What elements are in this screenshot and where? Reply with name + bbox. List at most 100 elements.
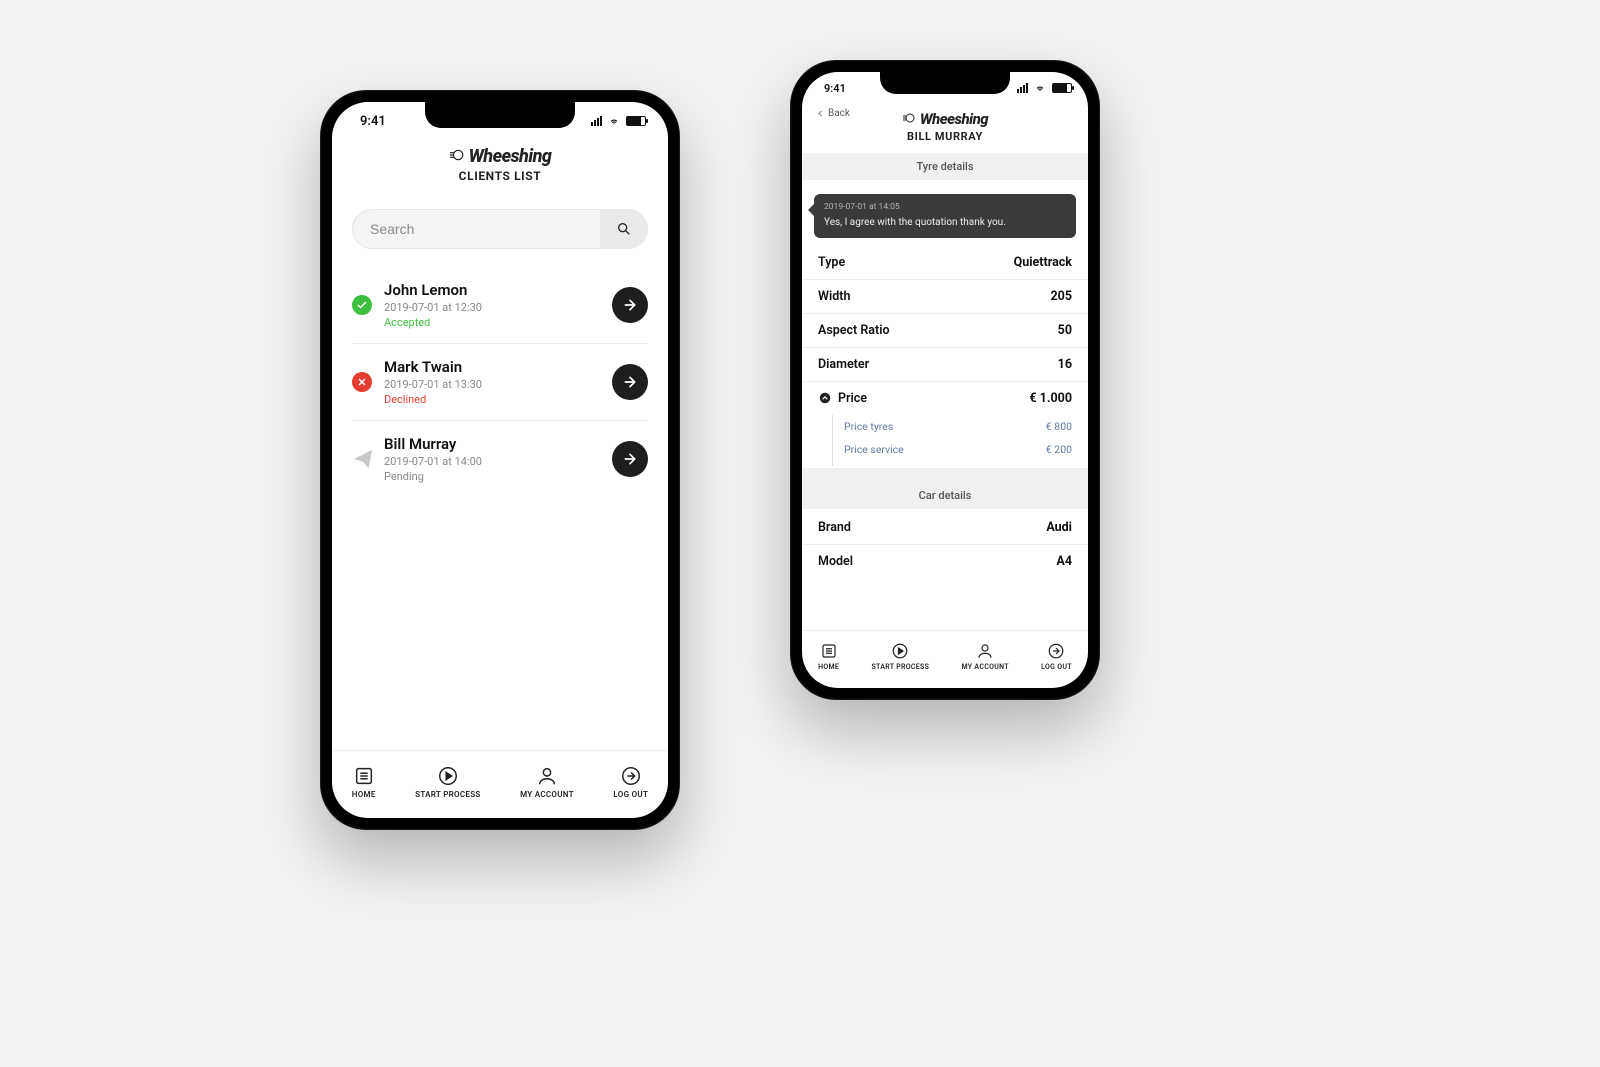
notch xyxy=(880,72,1010,94)
battery-icon xyxy=(626,116,646,126)
row-val: 16 xyxy=(1058,357,1072,372)
section-title-tyre: Tyre details xyxy=(802,153,1088,180)
arrow-right-icon xyxy=(622,297,638,313)
tab-label: MY ACCOUNT xyxy=(961,663,1008,671)
row-price[interactable]: Price € 1.000 xyxy=(802,382,1088,415)
client-date: 2019-07-01 at 13:30 xyxy=(384,378,612,391)
row-val: A4 xyxy=(1056,554,1072,569)
tab-label: HOME xyxy=(352,790,376,799)
open-client-button[interactable] xyxy=(612,441,648,477)
brand-logo-icon xyxy=(902,110,916,128)
tab-home[interactable]: HOME xyxy=(352,765,376,799)
client-row[interactable]: Mark Twain 2019-07-01 at 13:30 Declined xyxy=(352,344,648,421)
client-info: John Lemon 2019-07-01 at 12:30 Accepted xyxy=(384,281,612,329)
arrow-right-icon xyxy=(622,374,638,390)
tab-home[interactable]: HOME xyxy=(818,642,839,671)
tab-label: START PROCESS xyxy=(871,663,929,671)
tab-start-process[interactable]: START PROCESS xyxy=(871,642,929,671)
row-key: Price service xyxy=(844,443,904,456)
tab-label: LOG OUT xyxy=(1041,663,1072,671)
tab-label: MY ACCOUNT xyxy=(520,790,574,799)
page-title: BILL MURRAY xyxy=(802,130,1088,143)
content: Tyre details 2019-07-01 at 14:05 Yes, I … xyxy=(802,153,1088,630)
row-val: Audi xyxy=(1046,520,1072,535)
app-header: Wheeshing CLIENTS LIST xyxy=(332,140,668,193)
tab-my-account[interactable]: MY ACCOUNT xyxy=(961,642,1008,671)
search-button[interactable] xyxy=(600,209,648,249)
brand-logo-icon xyxy=(449,146,465,167)
brand: Wheeshing xyxy=(332,146,668,167)
screen-right: 9:41 Back Wheeshing BILL MURRAY Tyre det… xyxy=(802,72,1088,688)
user-icon xyxy=(536,765,558,787)
phone-left: 9:41 Wheeshing CLIENTS LIST xyxy=(320,90,680,830)
wifi-icon xyxy=(607,116,621,126)
row-type: Type Quiettrack xyxy=(802,246,1088,280)
row-diameter: Diameter 16 xyxy=(802,348,1088,382)
tab-log-out[interactable]: LOG OUT xyxy=(1041,642,1072,671)
car-details-list: Brand Audi Model A4 xyxy=(802,509,1088,580)
back-button[interactable]: Back xyxy=(816,108,850,119)
row-model: Model A4 xyxy=(802,545,1088,578)
client-row[interactable]: Bill Murray 2019-07-01 at 14:00 Pending xyxy=(352,421,648,497)
tab-my-account[interactable]: MY ACCOUNT xyxy=(520,765,574,799)
client-date: 2019-07-01 at 12:30 xyxy=(384,301,612,314)
row-val: € 1.000 xyxy=(1029,391,1072,406)
check-circle-icon xyxy=(352,295,372,315)
page-title: CLIENTS LIST xyxy=(332,169,668,183)
row-width: Width 205 xyxy=(802,280,1088,314)
back-label: Back xyxy=(828,108,850,119)
chat-message: 2019-07-01 at 14:05 Yes, I agree with th… xyxy=(814,194,1076,238)
row-key: Brand xyxy=(818,520,851,535)
wifi-icon xyxy=(1033,83,1047,93)
row-key: Diameter xyxy=(818,357,869,372)
battery-icon xyxy=(1052,83,1072,93)
paper-plane-icon xyxy=(352,448,374,470)
logout-icon xyxy=(620,765,642,787)
chevron-up-circle-icon xyxy=(818,391,832,405)
home-icon xyxy=(353,765,375,787)
screen-left: 9:41 Wheeshing CLIENTS LIST xyxy=(332,102,668,818)
open-client-button[interactable] xyxy=(612,364,648,400)
row-price-service: Price service € 200 xyxy=(802,438,1088,466)
tab-label: START PROCESS xyxy=(415,790,480,799)
status-icons xyxy=(591,116,646,126)
user-icon xyxy=(976,642,994,660)
client-info: Mark Twain 2019-07-01 at 13:30 Declined xyxy=(384,358,612,406)
client-name: Bill Murray xyxy=(384,435,612,453)
tab-bar: HOME START PROCESS MY ACCOUNT LOG OUT xyxy=(332,750,668,818)
x-circle-icon xyxy=(352,372,372,392)
play-circle-icon xyxy=(437,765,459,787)
row-val: 205 xyxy=(1050,289,1072,304)
section-title-car: Car details xyxy=(802,482,1088,509)
row-key: Price tyres xyxy=(844,420,893,433)
tab-log-out[interactable]: LOG OUT xyxy=(613,765,648,799)
open-client-button[interactable] xyxy=(612,287,648,323)
play-circle-icon xyxy=(891,642,909,660)
client-row[interactable]: John Lemon 2019-07-01 at 12:30 Accepted xyxy=(352,267,648,344)
client-status: Accepted xyxy=(384,316,612,329)
row-key: Model xyxy=(818,554,853,569)
client-name: Mark Twain xyxy=(384,358,612,376)
section-gap xyxy=(802,468,1088,482)
status-time: 9:41 xyxy=(360,114,386,129)
search-input[interactable] xyxy=(352,209,600,249)
client-status: Declined xyxy=(384,393,612,406)
row-val: € 200 xyxy=(1046,443,1072,456)
client-name: John Lemon xyxy=(384,281,612,299)
message-time: 2019-07-01 at 14:05 xyxy=(824,202,1066,213)
message-bubble-container: 2019-07-01 at 14:05 Yes, I agree with th… xyxy=(802,180,1088,244)
app-header: Back Wheeshing BILL MURRAY xyxy=(802,104,1088,153)
content: John Lemon 2019-07-01 at 12:30 Accepted … xyxy=(332,193,668,750)
row-aspect-ratio: Aspect Ratio 50 xyxy=(802,314,1088,348)
client-status: Pending xyxy=(384,470,612,483)
cellular-icon xyxy=(591,116,602,126)
home-icon xyxy=(820,642,838,660)
chevron-left-icon xyxy=(816,109,825,118)
row-val: € 800 xyxy=(1046,420,1072,433)
tab-bar: HOME START PROCESS MY ACCOUNT LOG OUT xyxy=(802,630,1088,688)
row-val: Quiettrack xyxy=(1014,255,1072,270)
row-key: Type xyxy=(818,255,845,270)
brand-name: Wheeshing xyxy=(469,146,552,167)
tab-start-process[interactable]: START PROCESS xyxy=(415,765,480,799)
row-brand: Brand Audi xyxy=(802,511,1088,545)
